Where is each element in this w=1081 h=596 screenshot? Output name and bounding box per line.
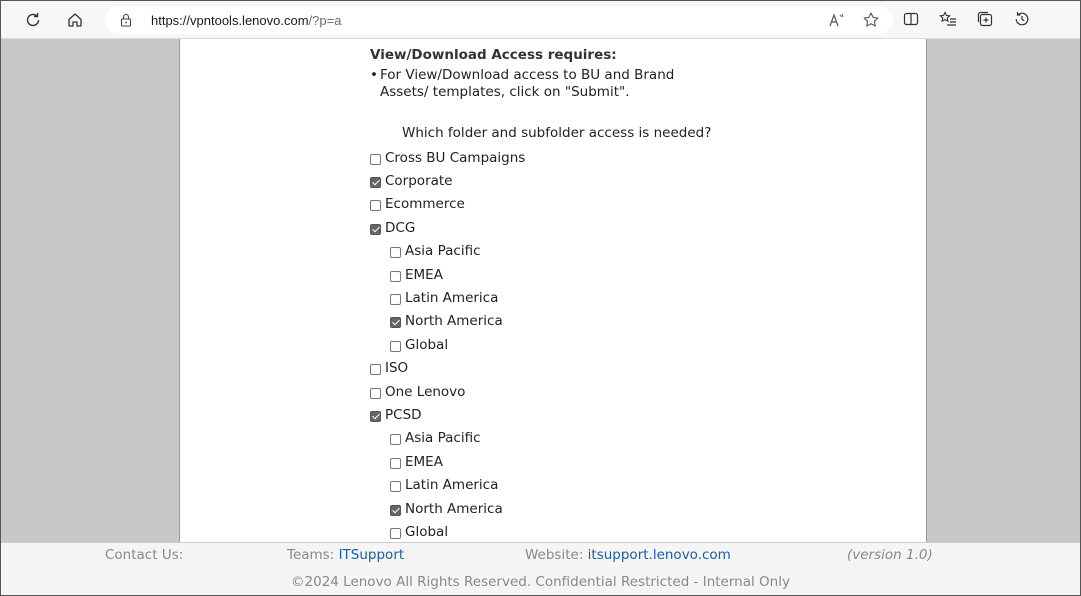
- refresh-icon[interactable]: [21, 8, 45, 32]
- folder-option-label: Corporate: [385, 173, 453, 190]
- folder-option-label: Global: [405, 523, 449, 540]
- footer: Contact Us: Teams: ITSupport Website: it…: [1, 542, 1080, 595]
- folder-option-label: One Lenovo: [385, 383, 466, 400]
- folder-option[interactable]: Ecommerce: [370, 193, 890, 216]
- address-bar[interactable]: https://vpntools.lenovo.com/?p=a: [105, 6, 893, 34]
- folder-option-label: ISO: [385, 360, 409, 377]
- folder-checkbox[interactable]: [370, 153, 381, 165]
- folder-option[interactable]: One Lenovo: [370, 380, 890, 403]
- folder-question: Which folder and subfolder access is nee…: [402, 125, 712, 141]
- folder-checkbox[interactable]: [390, 247, 401, 259]
- url-text: https://vpntools.lenovo.com/?p=a: [151, 12, 342, 28]
- history-icon[interactable]: [1012, 9, 1032, 29]
- folder-option[interactable]: EMEA: [370, 263, 890, 286]
- access-form: View/Download Access requires: For View/…: [370, 47, 890, 544]
- folder-option-label: PCSD: [385, 406, 422, 423]
- folder-option[interactable]: DCG: [370, 216, 890, 239]
- teams-link[interactable]: ITSupport: [339, 547, 405, 563]
- website-link[interactable]: itsupport.lenovo.com: [588, 547, 731, 563]
- folder-checkbox[interactable]: [370, 387, 381, 399]
- folder-option-label: Global: [405, 336, 449, 353]
- folder-option[interactable]: Latin America: [370, 286, 890, 309]
- folder-option[interactable]: Cross BU Campaigns: [370, 146, 890, 169]
- folder-option-label: North America: [405, 500, 503, 517]
- folder-option[interactable]: Asia Pacific: [370, 427, 890, 450]
- folder-option-label: Asia Pacific: [405, 430, 481, 447]
- folder-option[interactable]: North America: [370, 310, 890, 333]
- form-panel: View/Download Access requires: For View/…: [179, 39, 927, 542]
- teams-contact: Teams: ITSupport: [287, 547, 405, 563]
- folder-option-label: Asia Pacific: [405, 243, 481, 260]
- folder-option-label: Latin America: [405, 290, 499, 307]
- folder-checkbox[interactable]: [390, 317, 401, 329]
- folder-option-label: North America: [405, 313, 503, 330]
- folder-checkbox[interactable]: [390, 434, 401, 446]
- copyright-text: ©2024 Lenovo All Rights Reserved. Confid…: [291, 574, 790, 590]
- collections-icon[interactable]: [975, 9, 995, 29]
- folder-option-label: EMEA: [405, 453, 443, 470]
- website-contact: Website: itsupport.lenovo.com: [525, 547, 731, 563]
- folder-option-label: Ecommerce: [385, 196, 465, 213]
- folder-option-label: EMEA: [405, 266, 443, 283]
- split-screen-icon[interactable]: [901, 9, 921, 29]
- page-background: View/Download Access requires: For View/…: [1, 39, 1080, 595]
- folder-option[interactable]: Latin America: [370, 473, 890, 496]
- folder-checkbox[interactable]: [390, 527, 401, 539]
- folder-option[interactable]: PCSD: [370, 403, 890, 426]
- folder-checkbox-list: Cross BU Campaigns Corporate Ecommerce DCG A…: [370, 146, 890, 544]
- folder-option[interactable]: Global: [370, 520, 890, 543]
- favorite-star-icon[interactable]: [861, 10, 881, 30]
- favorites-list-icon[interactable]: [938, 9, 958, 29]
- folder-option[interactable]: Asia Pacific: [370, 240, 890, 263]
- folder-checkbox[interactable]: [390, 340, 401, 352]
- folder-option[interactable]: EMEA: [370, 450, 890, 473]
- folder-checkbox[interactable]: [370, 223, 381, 235]
- folder-option[interactable]: Corporate: [370, 169, 890, 192]
- folder-option-label: DCG: [385, 219, 416, 236]
- folder-checkbox[interactable]: [370, 177, 381, 189]
- folder-option[interactable]: ISO: [370, 357, 890, 380]
- version-label: (version 1.0): [847, 547, 933, 563]
- folder-checkbox[interactable]: [370, 364, 381, 376]
- folder-checkbox[interactable]: [390, 457, 401, 469]
- folder-checkbox[interactable]: [390, 270, 401, 282]
- contact-label: Contact Us:: [105, 547, 184, 563]
- folder-option[interactable]: Global: [370, 333, 890, 356]
- folder-checkbox[interactable]: [390, 504, 401, 516]
- folder-option-label: Latin America: [405, 477, 499, 494]
- folder-option[interactable]: North America: [370, 497, 890, 520]
- section-heading: View/Download Access requires:: [370, 47, 617, 63]
- folder-checkbox[interactable]: [390, 294, 401, 306]
- lock-icon[interactable]: [119, 12, 135, 28]
- folder-checkbox[interactable]: [370, 410, 381, 422]
- folder-option-label: Cross BU Campaigns: [385, 149, 526, 166]
- folder-checkbox[interactable]: [390, 481, 401, 493]
- browser-toolbar: https://vpntools.lenovo.com/?p=a: [1, 1, 1080, 39]
- read-aloud-icon[interactable]: [827, 10, 847, 30]
- folder-checkbox[interactable]: [370, 200, 381, 212]
- home-icon[interactable]: [63, 8, 87, 32]
- instruction-bullet: For View/Download access to BU and Brand…: [370, 67, 890, 101]
